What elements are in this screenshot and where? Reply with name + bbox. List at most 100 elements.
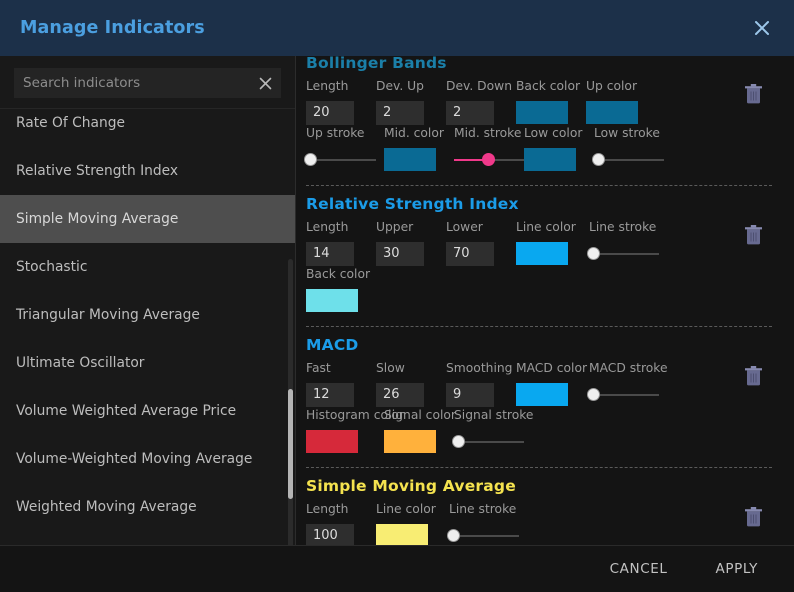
up-stroke-slider[interactable]: [303, 148, 376, 171]
field-upper: Upper: [376, 220, 446, 267]
length-input[interactable]: [306, 523, 354, 545]
mid-stroke-slider[interactable]: [454, 148, 524, 171]
sidebar-item-relative-strength-index[interactable]: Relative Strength Index: [0, 147, 295, 195]
apply-button[interactable]: APPLY: [702, 553, 773, 585]
lower-input[interactable]: [446, 241, 494, 266]
delete-indicator-icon[interactable]: [744, 365, 764, 387]
sidebar-item-ultimate-oscillator[interactable]: Ultimate Oscillator: [0, 339, 295, 387]
line-stroke-slider[interactable]: [586, 242, 659, 265]
field-label: Low stroke: [594, 126, 660, 140]
field-control: [303, 146, 384, 173]
field-length: Length: [306, 220, 376, 267]
fast-input[interactable]: [306, 382, 354, 407]
sidebar-scroll-thumb[interactable]: [288, 389, 293, 499]
slider-track: [589, 393, 659, 396]
slider-thumb[interactable]: [451, 435, 465, 448]
sidebar-item-rate-of-change[interactable]: Rate Of Change: [0, 109, 295, 147]
upper-input[interactable]: [376, 241, 424, 266]
field-control: [376, 522, 449, 545]
sidebar-item-weighted-moving-average[interactable]: Weighted Moving Average: [0, 483, 295, 531]
field-mid-stroke: Mid. stroke: [454, 126, 524, 173]
dev-up-input[interactable]: [376, 100, 424, 125]
field-lower: Lower: [446, 220, 516, 267]
back-color-swatch[interactable]: [516, 101, 568, 124]
line-color-swatch[interactable]: [376, 524, 428, 545]
field-slow: Slow: [376, 361, 446, 408]
back-color-swatch[interactable]: [306, 289, 358, 312]
field-control: [586, 99, 656, 126]
delete-indicator-icon[interactable]: [744, 83, 764, 105]
sidebar-item-triangular-moving-average[interactable]: Triangular Moving Average: [0, 291, 295, 339]
field-control: [384, 428, 454, 455]
field-control: [451, 428, 532, 455]
macd-color-swatch[interactable]: [516, 383, 568, 406]
field-label: Signal color: [384, 408, 456, 422]
field-label: MACD color: [516, 361, 588, 375]
macd-stroke-slider[interactable]: [586, 383, 659, 406]
low-color-swatch[interactable]: [524, 148, 576, 171]
slider-track: [594, 158, 664, 161]
length-input[interactable]: [306, 100, 354, 125]
dialog-body: Rate Of Change Relative Strength Index Sim…: [0, 56, 794, 545]
dialog-footer: CANCEL APPLY: [0, 545, 794, 592]
search-clear-icon[interactable]: [255, 73, 275, 93]
cancel-button[interactable]: CANCEL: [596, 553, 682, 585]
field-label: Signal stroke: [454, 408, 534, 422]
close-icon[interactable]: [748, 14, 776, 42]
search-input[interactable]: [14, 68, 281, 98]
field-control: [446, 522, 527, 545]
line-color-swatch[interactable]: [516, 242, 568, 265]
slow-input[interactable]: [376, 382, 424, 407]
delete-indicator-icon[interactable]: [744, 506, 764, 528]
signal-color-swatch[interactable]: [384, 430, 436, 453]
length-input[interactable]: [306, 241, 354, 266]
dev-down-input[interactable]: [446, 100, 494, 125]
field-label: Up color: [586, 79, 637, 93]
sidebar-item-stochastic[interactable]: Stochastic: [0, 243, 295, 291]
section-fields: Length Upper Lower Line color Line stroke Bac…: [306, 220, 772, 314]
field-back-color: Back color: [516, 79, 586, 126]
section-title: Bollinger Bands: [306, 56, 447, 72]
field-control: [516, 240, 589, 267]
field-fast: Fast: [306, 361, 376, 408]
slider-thumb[interactable]: [481, 153, 495, 166]
low-stroke-slider[interactable]: [591, 148, 664, 171]
field-control: [446, 381, 516, 408]
sidebar-item-volume-weighted-moving-average[interactable]: Volume-Weighted Moving Average: [0, 435, 295, 483]
delete-indicator-icon[interactable]: [744, 224, 764, 246]
histogram-color-swatch[interactable]: [306, 430, 358, 453]
slider-thumb[interactable]: [446, 529, 460, 542]
up-color-swatch[interactable]: [586, 101, 638, 124]
page-title: Manage Indicators: [20, 18, 205, 38]
section-fields: Fast Slow SmoothingMACD colorMACD stroke Hi…: [306, 361, 772, 455]
field-back-color: Back color: [306, 267, 376, 314]
slider-thumb[interactable]: [591, 153, 605, 166]
field-histogram-color: Histogram color: [306, 408, 404, 455]
field-line-stroke: Line stroke: [446, 502, 527, 545]
field-control: [591, 146, 672, 173]
slider-thumb[interactable]: [586, 388, 600, 401]
field-line-color: Line color: [376, 502, 449, 545]
sidebar-item-label: Volume-Weighted Moving Average: [16, 451, 253, 467]
slider-thumb[interactable]: [586, 247, 600, 260]
sidebar-scrollbar[interactable]: [288, 259, 293, 545]
indicator-section: Simple Moving Average Length Line color Lin…: [306, 467, 772, 545]
smoothing-input[interactable]: [446, 382, 494, 407]
sidebar-item-volume-weighted-average-price[interactable]: Volume Weighted Average Price: [0, 387, 295, 435]
field-label: Smoothing: [446, 361, 513, 375]
field-control: [306, 428, 384, 455]
sidebar-item-simple-moving-average[interactable]: Simple Moving Average: [0, 195, 295, 243]
mid-color-swatch[interactable]: [384, 148, 436, 171]
field-control: [306, 99, 376, 126]
indicator-list[interactable]: Rate Of Change Relative Strength Index Sim…: [0, 108, 295, 545]
field-control: [376, 240, 446, 267]
settings-scroll-area[interactable]: Bollinger BandsLengthDev. UpDev. DownBac…: [296, 56, 794, 545]
line-stroke-slider[interactable]: [446, 524, 519, 545]
field-label: Dev. Down: [446, 79, 513, 93]
field-up-color: Up color: [586, 79, 656, 126]
field-label: Back color: [516, 79, 581, 93]
field-control: [516, 381, 589, 408]
slider-thumb[interactable]: [303, 153, 317, 166]
signal-stroke-slider[interactable]: [451, 430, 524, 453]
dialog-header: Manage Indicators: [0, 0, 794, 56]
